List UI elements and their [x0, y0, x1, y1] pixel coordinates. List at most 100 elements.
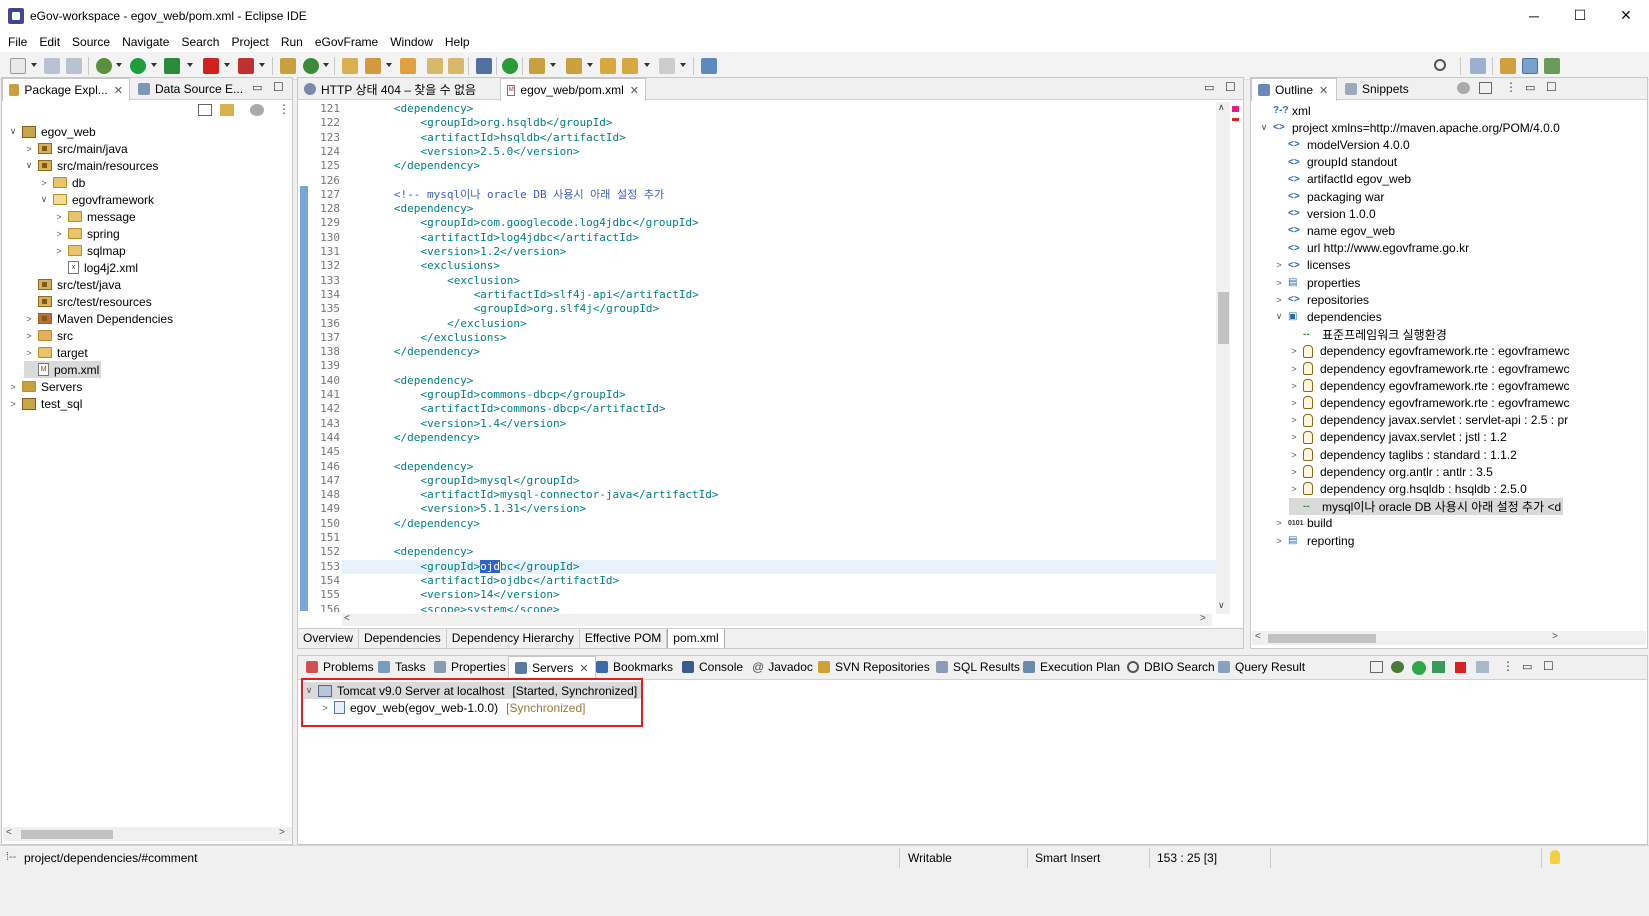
tab-snippets[interactable]: Snippets — [1339, 78, 1415, 100]
chevron-icon[interactable]: ∨ — [1259, 122, 1269, 133]
code-line[interactable]: <artifactId>hsqldb</artifactId> — [421, 131, 626, 145]
console-icon[interactable] — [476, 58, 492, 74]
scroll-left-icon[interactable]: < — [6, 827, 12, 838]
tab-console[interactable]: Console — [676, 656, 749, 678]
run-icon[interactable] — [130, 58, 146, 74]
tab-pom-xml-source[interactable]: pom.xml — [667, 629, 725, 648]
chevron-icon[interactable]: > — [1289, 415, 1299, 425]
scroll-down-icon[interactable]: ∨ — [1218, 600, 1225, 611]
chevron-icon[interactable]: > — [1289, 467, 1299, 477]
tab-query-result[interactable]: Query Result — [1212, 656, 1311, 678]
code-line[interactable]: </dependency> — [394, 159, 480, 173]
code-line[interactable]: <groupId>org.slf4j</groupId> — [474, 302, 659, 316]
menu-run[interactable]: Run — [275, 35, 309, 49]
close-button[interactable]: ✕ — [1603, 0, 1649, 31]
package-icon[interactable] — [280, 58, 296, 74]
chevron-down-icon[interactable] — [386, 63, 392, 67]
outline-item[interactable]: > <> licenses — [1274, 257, 1350, 274]
minimize-view-icon[interactable]: ▭ — [252, 81, 262, 94]
code-area[interactable]: 121 <dependency> 122 <groupId>org.hsqldb</g… — [308, 102, 1218, 612]
scroll-right-icon[interactable]: > — [1200, 613, 1206, 624]
editor-horizontal-scrollbar[interactable]: < > — [342, 613, 1212, 626]
menu-search[interactable]: Search — [175, 35, 225, 49]
outline-item[interactable]: <> artifactId egov_web — [1274, 171, 1411, 188]
tree-item-src[interactable]: > src — [24, 327, 73, 344]
code-line[interactable]: <groupId>com.googlecode.log4jdbc</groupI… — [421, 216, 699, 230]
outline-item[interactable]: <> groupId standout — [1274, 154, 1397, 171]
java-ee-perspective-icon[interactable] — [1500, 58, 1516, 74]
tab-sql-results[interactable]: SQL Results — [930, 656, 1026, 678]
tab-overview[interactable]: Overview — [298, 629, 360, 648]
chevron-icon[interactable]: > — [1274, 536, 1284, 546]
chevron-icon[interactable]: > — [24, 331, 34, 341]
close-icon[interactable]: ✕ — [579, 662, 588, 675]
tree-item-egovframework[interactable]: ∨ egovframework — [39, 191, 154, 208]
forward-icon[interactable] — [659, 58, 675, 74]
deploy-icon[interactable] — [238, 58, 254, 74]
outline-item[interactable]: > dependency egovframework.rte : egovfram… — [1289, 377, 1569, 394]
menu-source[interactable]: Source — [66, 35, 116, 49]
save-all-icon[interactable] — [66, 58, 82, 74]
open-type-icon[interactable] — [342, 58, 358, 74]
outline-item[interactable]: > dependency javax.servlet : jstl : 1.2 — [1289, 429, 1506, 446]
scroll-thumb[interactable] — [1268, 634, 1376, 643]
scroll-up-icon[interactable]: ∧ — [1218, 102, 1225, 113]
maximize-view-icon[interactable]: ☐ — [273, 80, 284, 94]
menu-window[interactable]: Window — [384, 35, 439, 49]
tab-tasks[interactable]: Tasks — [372, 656, 432, 678]
chevron-icon[interactable]: > — [1289, 398, 1299, 408]
chevron-icon[interactable]: > — [54, 246, 64, 256]
code-line[interactable]: </exclusions> — [421, 331, 507, 345]
new-icon[interactable] — [10, 58, 26, 74]
minimize-view-icon[interactable]: ▭ — [1525, 81, 1535, 94]
debug-perspective-icon[interactable] — [1544, 58, 1560, 74]
outline-item[interactable]: > dependency org.hsqldb : hsqldb : 2.5.0 — [1289, 480, 1526, 497]
maximize-editor-icon[interactable]: ☐ — [1225, 80, 1236, 94]
tab-servers[interactable]: Servers ✕ — [508, 656, 596, 679]
chevron-down-icon[interactable] — [644, 63, 650, 67]
maximize-view-icon[interactable]: ☐ — [1543, 659, 1554, 673]
minimize-button[interactable]: ─ — [1511, 0, 1557, 31]
tree-item-src-main-resources[interactable]: ∨ src/main/resources — [24, 157, 159, 174]
prev-annotation-icon[interactable] — [566, 58, 582, 74]
code-line[interactable]: </dependency> — [394, 431, 480, 445]
chevron-icon[interactable]: ∨ — [1274, 311, 1284, 322]
horizontal-scrollbar[interactable]: < > — [3, 827, 292, 841]
scroll-right-icon[interactable]: > — [1552, 631, 1558, 642]
chevron-icon[interactable]: > — [54, 212, 64, 222]
last-edit-icon[interactable] — [600, 58, 616, 74]
code-line[interactable]: <version>1.2</version> — [421, 245, 567, 259]
tip-lightbulb-icon[interactable] — [1550, 850, 1560, 864]
close-icon[interactable]: ✕ — [114, 84, 123, 97]
overview-marker[interactable] — [1232, 106, 1239, 112]
scroll-thumb[interactable] — [1218, 292, 1229, 344]
scroll-left-icon[interactable]: < — [1255, 631, 1261, 642]
filter-icon[interactable] — [1457, 82, 1470, 94]
code-line[interactable]: <artifactId>commons-dbcp</artifactId> — [421, 402, 666, 416]
chevron-down-icon[interactable] — [31, 63, 37, 67]
outline-item[interactable]: <> packaging war — [1274, 188, 1384, 205]
tab-outline[interactable]: Outline ✕ — [1251, 78, 1337, 101]
chevron-icon[interactable]: > — [1274, 260, 1284, 270]
chevron-icon[interactable]: > — [54, 229, 64, 239]
chevron-icon[interactable]: > — [1274, 278, 1284, 288]
publish-icon[interactable] — [1476, 661, 1489, 673]
tab-data-source-explorer[interactable]: Data Source E... — [132, 78, 249, 100]
back-icon[interactable] — [622, 58, 638, 74]
tree-item-test-sql[interactable]: > test_sql — [8, 395, 82, 412]
tab-execution-plan[interactable]: Execution Plan — [1017, 656, 1126, 678]
next-annotation-icon[interactable] — [529, 58, 545, 74]
outline-item[interactable]: -- mysql이나 oracle DB 사용시 아래 설정 추가 <d — [1289, 497, 1564, 515]
code-line[interactable]: <artifactId>log4jdbc</artifactId> — [421, 231, 640, 245]
scroll-right-icon[interactable]: > — [279, 827, 285, 838]
chevron-down-icon[interactable] — [151, 63, 157, 67]
code-line[interactable]: <groupId>org.hsqldb</groupId> — [421, 116, 613, 130]
outline-item[interactable]: -- 표준프레임워크 실행환경 — [1289, 326, 1447, 343]
chevron-icon[interactable]: > — [1289, 484, 1299, 494]
tab-bookmarks[interactable]: Bookmarks — [590, 656, 679, 678]
tree-item-maven-dependencies[interactable]: > Maven Dependencies — [24, 310, 173, 327]
open-task-icon[interactable] — [365, 58, 381, 74]
view-menu-icon[interactable]: ⋮ — [1502, 659, 1514, 673]
chevron-icon[interactable]: > — [8, 399, 18, 409]
code-line[interactable]: <dependency> — [394, 460, 473, 474]
